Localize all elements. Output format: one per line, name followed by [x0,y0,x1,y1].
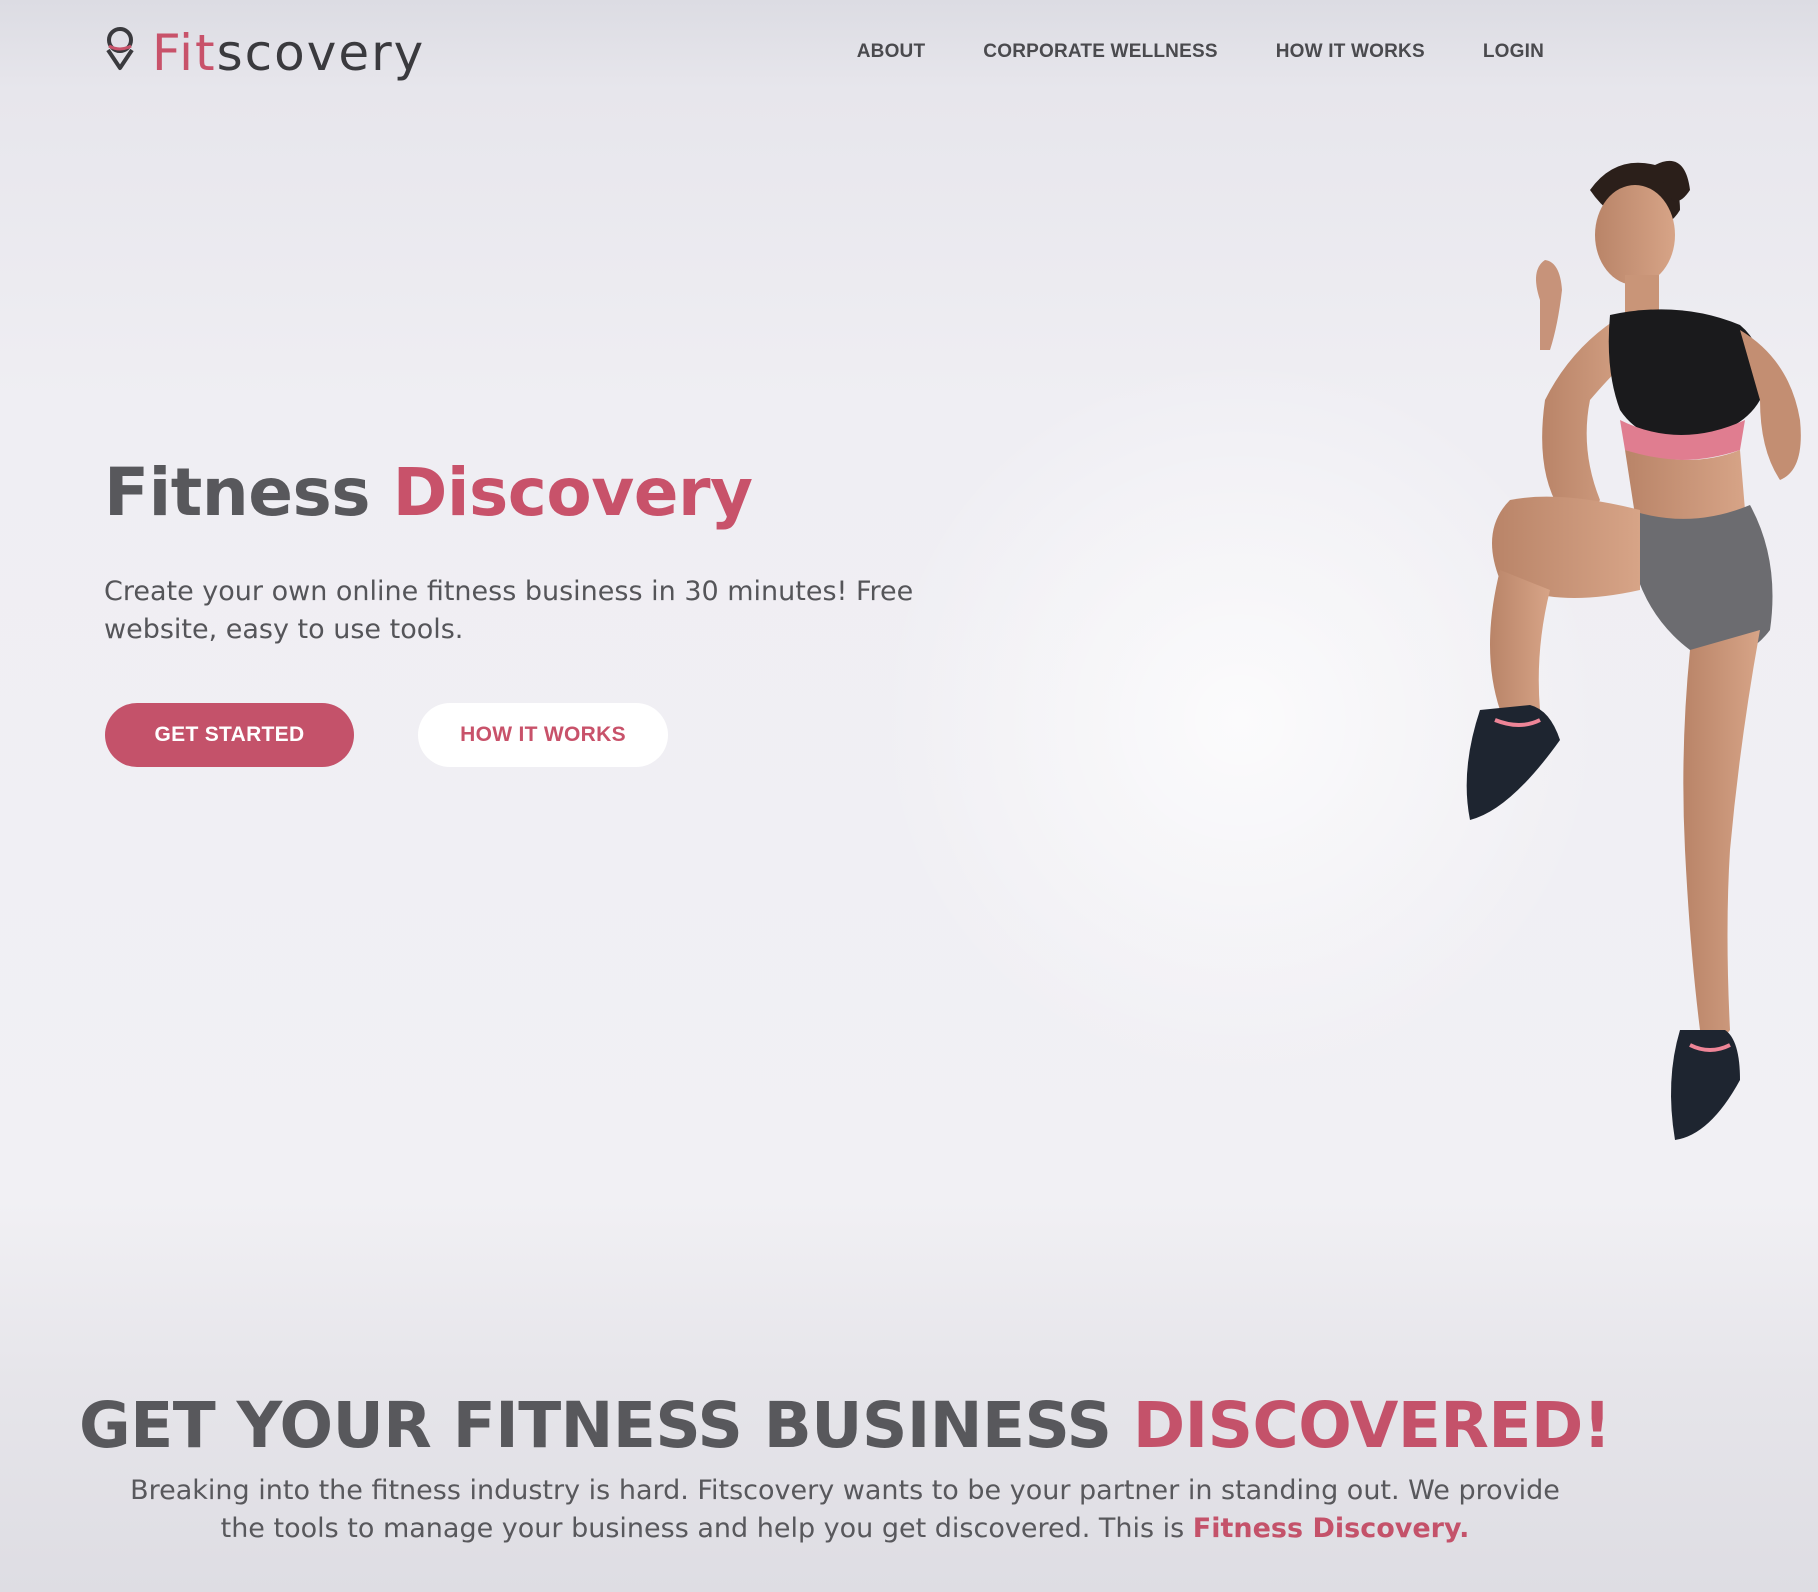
hero-title-part2: Discovery [392,454,754,531]
section-body-emphasis: Fitness Discovery. [1192,1513,1470,1544]
logo-text-fit: Fit [152,24,217,82]
hero-subtitle: Create your own online fitness business … [104,576,914,645]
nav-corporate-wellness[interactable]: CORPORATE WELLNESS [983,41,1217,63]
main-nav: ABOUT CORPORATE WELLNESS HOW IT WORKS LO… [857,41,1544,63]
logo-text: Fitscovery [152,24,425,82]
logo-text-scovery: scovery [216,24,426,82]
get-started-button[interactable]: GET STARTED [105,703,354,767]
hero-title: Fitness Discovery [104,448,753,538]
athlete-photo [1466,160,1801,1140]
section-title: GET YOUR FITNESS BUSINESS DISCOVERED! [0,1382,1690,1470]
map-pin-icon [106,27,134,70]
nav-login[interactable]: LOGIN [1483,41,1544,63]
hero-title-part1: Fitness [104,454,371,531]
nav-how-it-works[interactable]: HOW IT WORKS [1276,41,1425,63]
section-body: Breaking into the fitness industry is ha… [120,1472,1570,1548]
nav-about[interactable]: ABOUT [857,41,926,63]
how-it-works-button[interactable]: HOW IT WORKS [418,703,668,767]
section-title-part1: GET YOUR FITNESS BUSINESS [79,1389,1112,1462]
section-title-part2: DISCOVERED! [1132,1389,1612,1462]
logo[interactable]: Fitscovery [104,24,425,82]
